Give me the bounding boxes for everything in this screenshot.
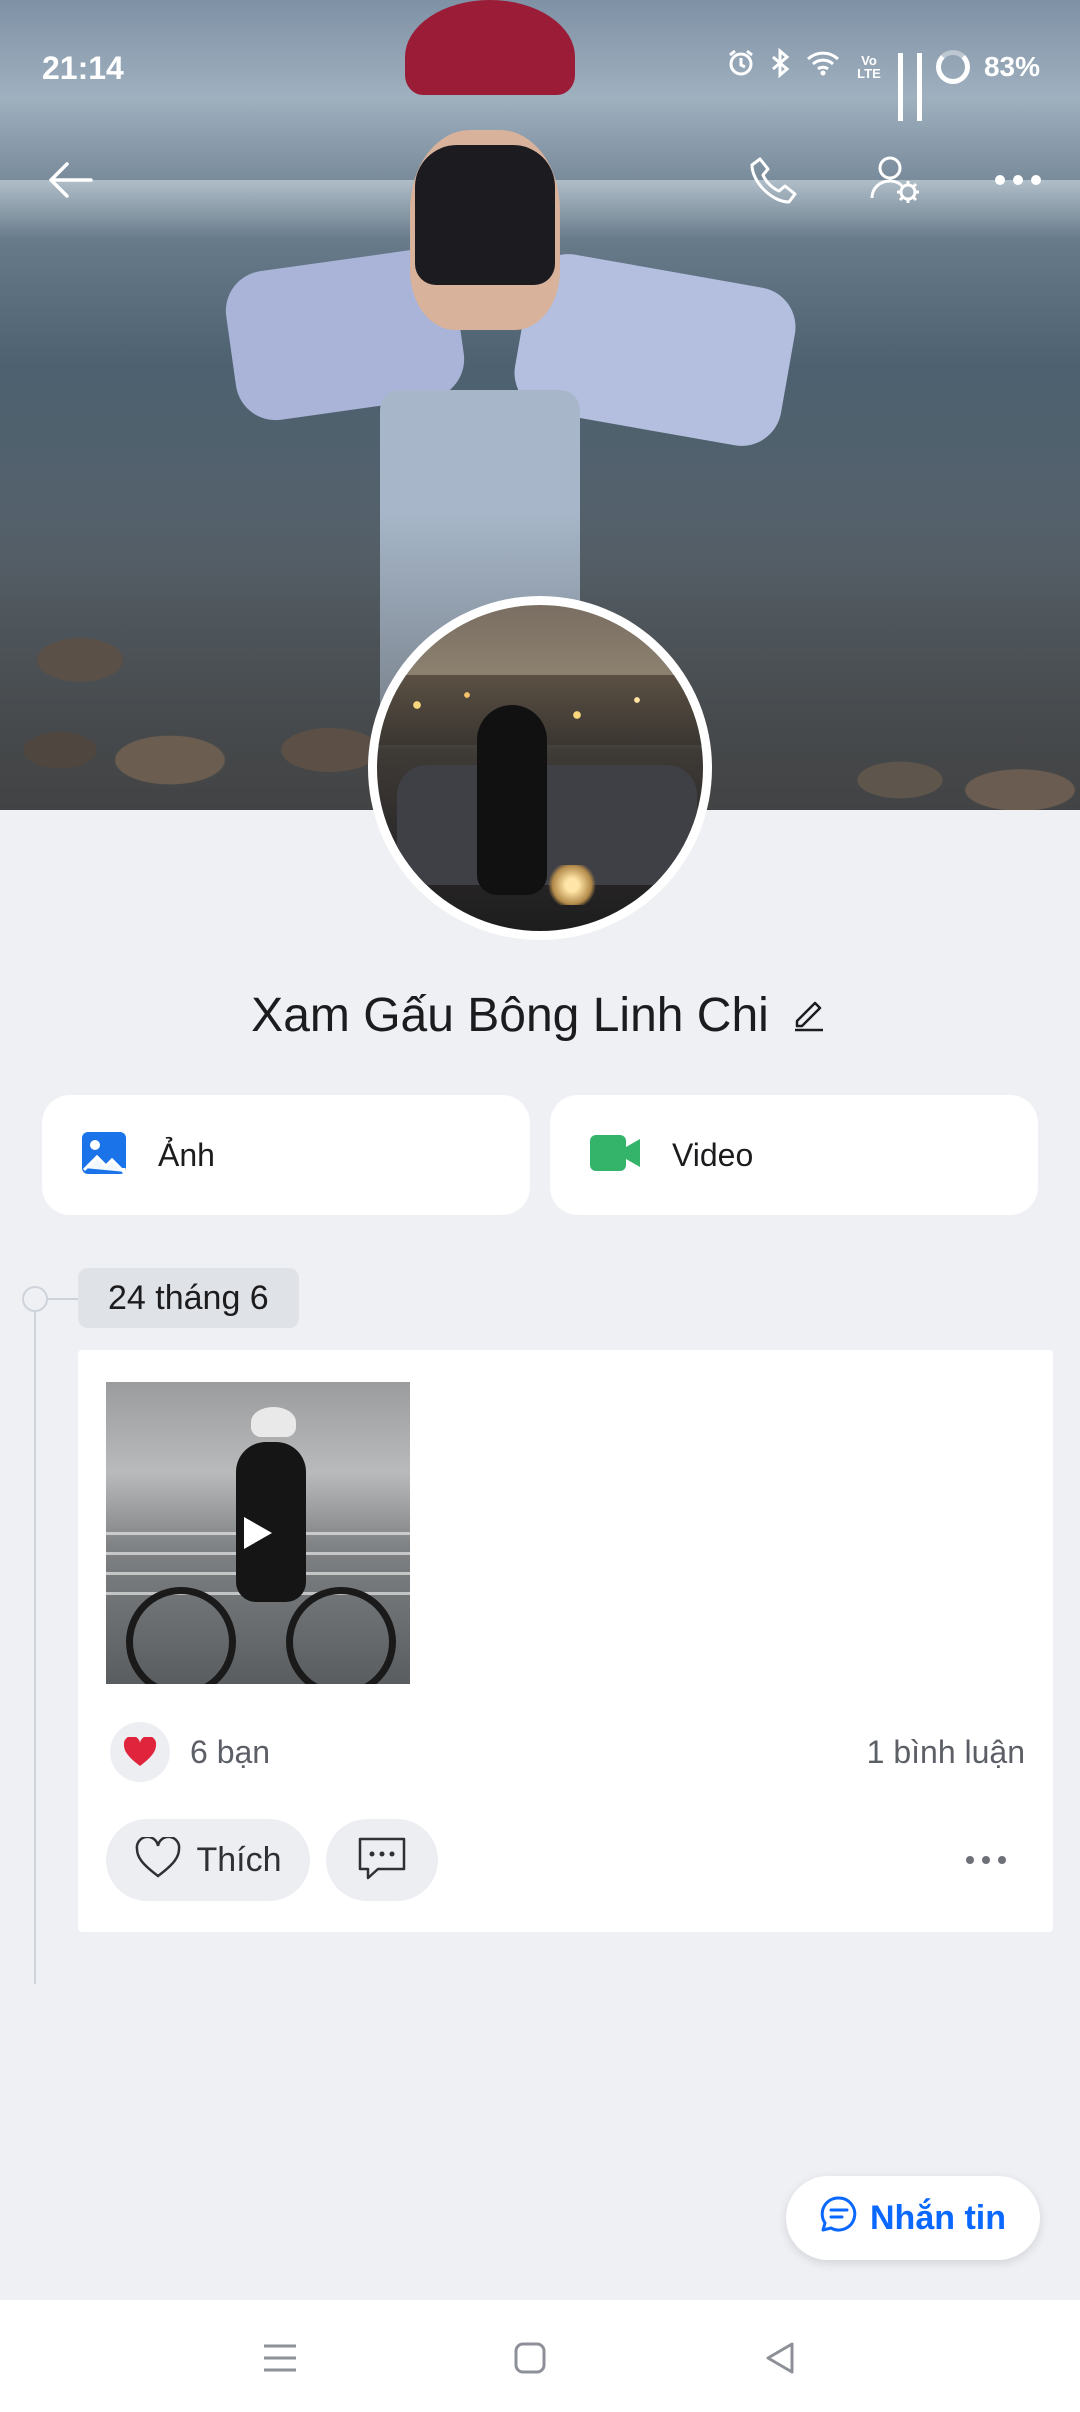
post-actions: Thích — [106, 1818, 1026, 1902]
avatar-person — [477, 705, 547, 895]
video-camera-icon — [588, 1133, 642, 1178]
alarm-icon — [726, 48, 756, 85]
avatar-photo — [377, 605, 703, 931]
like-label: Thích — [196, 1840, 282, 1879]
timeline-connector — [48, 1298, 78, 1300]
message-button[interactable]: Nhắn tin — [786, 2176, 1040, 2260]
timeline-dot — [22, 1286, 48, 1312]
avatar[interactable] — [368, 596, 712, 940]
pencil-icon[interactable] — [789, 993, 829, 1038]
profile-name: Xam Gấu Bông Linh Chi — [251, 988, 769, 1042]
videos-button[interactable]: Video — [550, 1095, 1038, 1215]
back-icon[interactable] — [750, 2328, 810, 2388]
profile-name-row: Xam Gấu Bông Linh Chi — [0, 980, 1080, 1050]
video-thumbnail[interactable] — [106, 1382, 410, 1684]
signal-icon — [897, 52, 903, 121]
like-button[interactable]: Thích — [106, 1819, 310, 1901]
battery-icon — [935, 49, 970, 84]
status-bar: 21:14 Vo LTE 83% — [0, 0, 1080, 140]
status-time: 21:14 — [42, 50, 124, 86]
back-arrow-icon[interactable] — [30, 140, 110, 220]
profile-top-bar — [0, 140, 1080, 230]
post-card: 6 bạn 1 bình luận Thích — [78, 1350, 1053, 1932]
recent-apps-icon[interactable] — [250, 2328, 310, 2388]
message-label: Nhắn tin — [870, 2198, 1006, 2237]
heart-icon[interactable] — [110, 1722, 170, 1782]
reaction-count[interactable]: 6 bạn — [190, 1734, 270, 1771]
status-icons: Vo LTE 83% — [726, 47, 1040, 121]
comment-count[interactable]: 1 bình luận — [867, 1734, 1025, 1771]
phone-call-icon[interactable] — [734, 140, 814, 220]
battery-level: 83% — [983, 50, 1040, 82]
videos-label: Video — [672, 1136, 754, 1173]
signal-icon — [916, 52, 922, 121]
image-icon — [80, 1130, 128, 1181]
comment-icon — [356, 1835, 408, 1886]
heart-outline-icon — [134, 1835, 182, 1884]
comment-button[interactable] — [326, 1819, 438, 1901]
photos-button[interactable]: Ảnh — [42, 1095, 530, 1215]
home-icon[interactable] — [500, 2328, 560, 2388]
chat-icon — [820, 2195, 858, 2242]
avatar-lamp — [547, 865, 597, 905]
system-nav-bar — [0, 2300, 1080, 2412]
photos-label: Ảnh — [158, 1136, 215, 1173]
thumbnail-cap — [251, 1407, 296, 1437]
reaction-summary: 6 bạn 1 bình luận — [110, 1720, 1025, 1784]
timeline-date: 24 tháng 6 — [78, 1268, 299, 1328]
volte-icon: Vo LTE — [857, 52, 881, 81]
profile-settings-icon[interactable] — [856, 140, 936, 220]
timeline-line — [34, 1300, 36, 1984]
post-more-icon[interactable] — [966, 1856, 1006, 1864]
bluetooth-icon — [770, 47, 792, 85]
wifi-icon — [806, 49, 840, 84]
play-icon[interactable] — [244, 1517, 272, 1549]
more-options-icon[interactable] — [978, 140, 1058, 220]
